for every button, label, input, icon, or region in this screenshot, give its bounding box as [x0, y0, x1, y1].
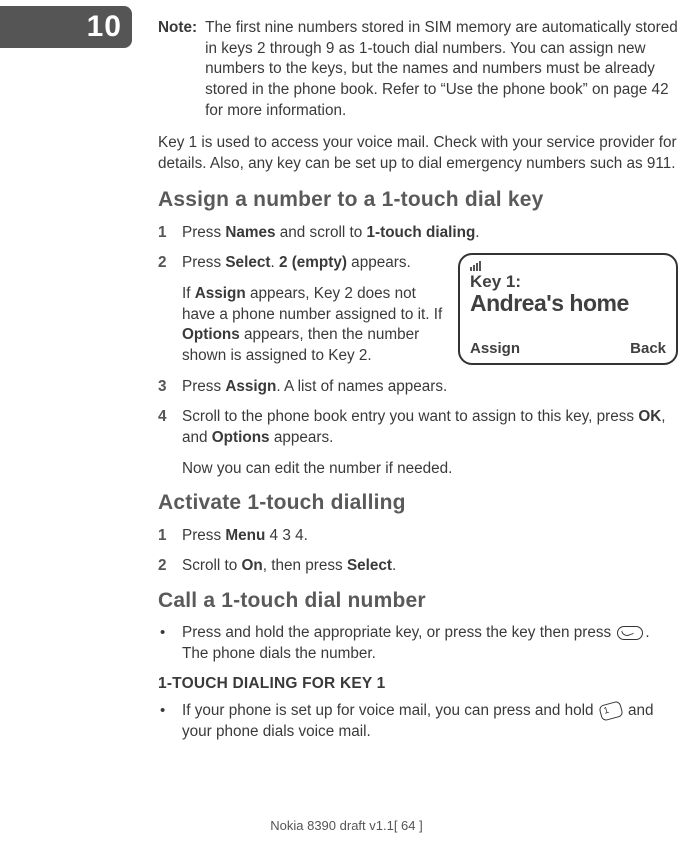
call-key-icon: [617, 626, 643, 640]
page-content: Note: The first nine numbers stored in S…: [158, 18, 678, 753]
t: If: [182, 285, 195, 302]
heading-call: Call a 1-touch dial number: [158, 587, 678, 615]
page-number-tab: 10: [0, 6, 132, 48]
step-4: 4 Scroll to the phone book entry you wan…: [158, 407, 678, 448]
bold: Options: [212, 429, 270, 446]
step-number: 4: [158, 407, 182, 448]
t: .: [392, 557, 396, 574]
bold: Assign: [195, 285, 246, 302]
screen-key-label: Key 1:: [470, 273, 666, 291]
step-3: 3 Press Assign. A list of names appears.: [158, 377, 678, 398]
t: and scroll to: [276, 224, 367, 241]
bold: 1-touch dialing: [367, 224, 476, 241]
step-body: Press Menu 4 3 4.: [182, 526, 678, 547]
bullet-icon: •: [158, 701, 182, 742]
key1-bullet: • If your phone is set up for voice mail…: [158, 701, 678, 742]
t: appears.: [347, 254, 411, 271]
t: appears.: [270, 429, 334, 446]
t: .: [475, 224, 479, 241]
heading-assign: Assign a number to a 1-touch dial key: [158, 186, 678, 214]
bold: Select: [347, 557, 392, 574]
key-1-icon: [598, 701, 623, 722]
t: Press: [182, 378, 225, 395]
bold: Menu: [225, 527, 265, 544]
step-body: Press Names and scroll to 1-touch dialin…: [182, 223, 678, 244]
step-1: 1 Press Names and scroll to 1-touch dial…: [158, 223, 678, 244]
bullet-body: If your phone is set up for voice mail, …: [182, 701, 678, 742]
heading-activate: Activate 1-touch dialling: [158, 489, 678, 517]
t: Press and hold the appropriate key, or p…: [182, 624, 615, 641]
bullet-icon: •: [158, 623, 182, 664]
step-number: 1: [158, 526, 182, 547]
step-2-sub: If Assign appears, Key 2 does not have a…: [182, 284, 472, 367]
phone-screen-figure: Key 1: Andrea's home Assign Back: [458, 253, 678, 365]
step-number: 1: [158, 223, 182, 244]
step-number: 2: [158, 253, 182, 274]
bold: 2 (empty): [279, 254, 347, 271]
step-body: Scroll to On, then press Select.: [182, 556, 678, 577]
activate-step-2: 2 Scroll to On, then press Select.: [158, 556, 678, 577]
bold: Select: [225, 254, 270, 271]
softkey-right: Back: [630, 339, 666, 359]
step-body: Press Assign. A list of names appears.: [182, 377, 678, 398]
t: .: [270, 254, 279, 271]
bullet-body: Press and hold the appropriate key, or p…: [182, 623, 678, 664]
t: If your phone is set up for voice mail, …: [182, 702, 598, 719]
bold: Options: [182, 326, 240, 343]
t: Press: [182, 254, 225, 271]
bold: Assign: [225, 378, 276, 395]
intro-paragraph: Key 1 is used to access your voice mail.…: [158, 133, 678, 174]
page-footer: Nokia 8390 draft v1.1[ 64 ]: [0, 818, 693, 833]
t: . A list of names appears.: [276, 378, 447, 395]
t: Press: [182, 224, 225, 241]
note-text: The first nine numbers stored in SIM mem…: [205, 18, 678, 121]
step-body: Scroll to the phone book entry you want …: [182, 407, 678, 448]
step-4-sub: Now you can edit the number if needed.: [182, 459, 678, 480]
note-block: Note: The first nine numbers stored in S…: [158, 18, 678, 121]
bold: OK: [638, 408, 661, 425]
t: Scroll to: [182, 557, 242, 574]
bold: Names: [225, 224, 275, 241]
bold: On: [242, 557, 263, 574]
t: , then press: [263, 557, 347, 574]
step-body: Press Select. 2 (empty) appears.: [182, 253, 446, 274]
subheading-key1: 1-TOUCH DIALING FOR KEY 1: [158, 674, 678, 695]
t: Scroll to the phone book entry you want …: [182, 408, 638, 425]
call-bullet: • Press and hold the appropriate key, or…: [158, 623, 678, 664]
step-number: 2: [158, 556, 182, 577]
screen-name: Andrea's home: [470, 291, 666, 315]
activate-step-1: 1 Press Menu 4 3 4.: [158, 526, 678, 547]
step-2: 2 Press Select. 2 (empty) appears.: [158, 253, 446, 274]
step-number: 3: [158, 377, 182, 398]
softkey-left: Assign: [470, 339, 520, 359]
note-label: Note:: [158, 18, 197, 121]
t: Press: [182, 527, 225, 544]
t: 4 3 4.: [265, 527, 308, 544]
